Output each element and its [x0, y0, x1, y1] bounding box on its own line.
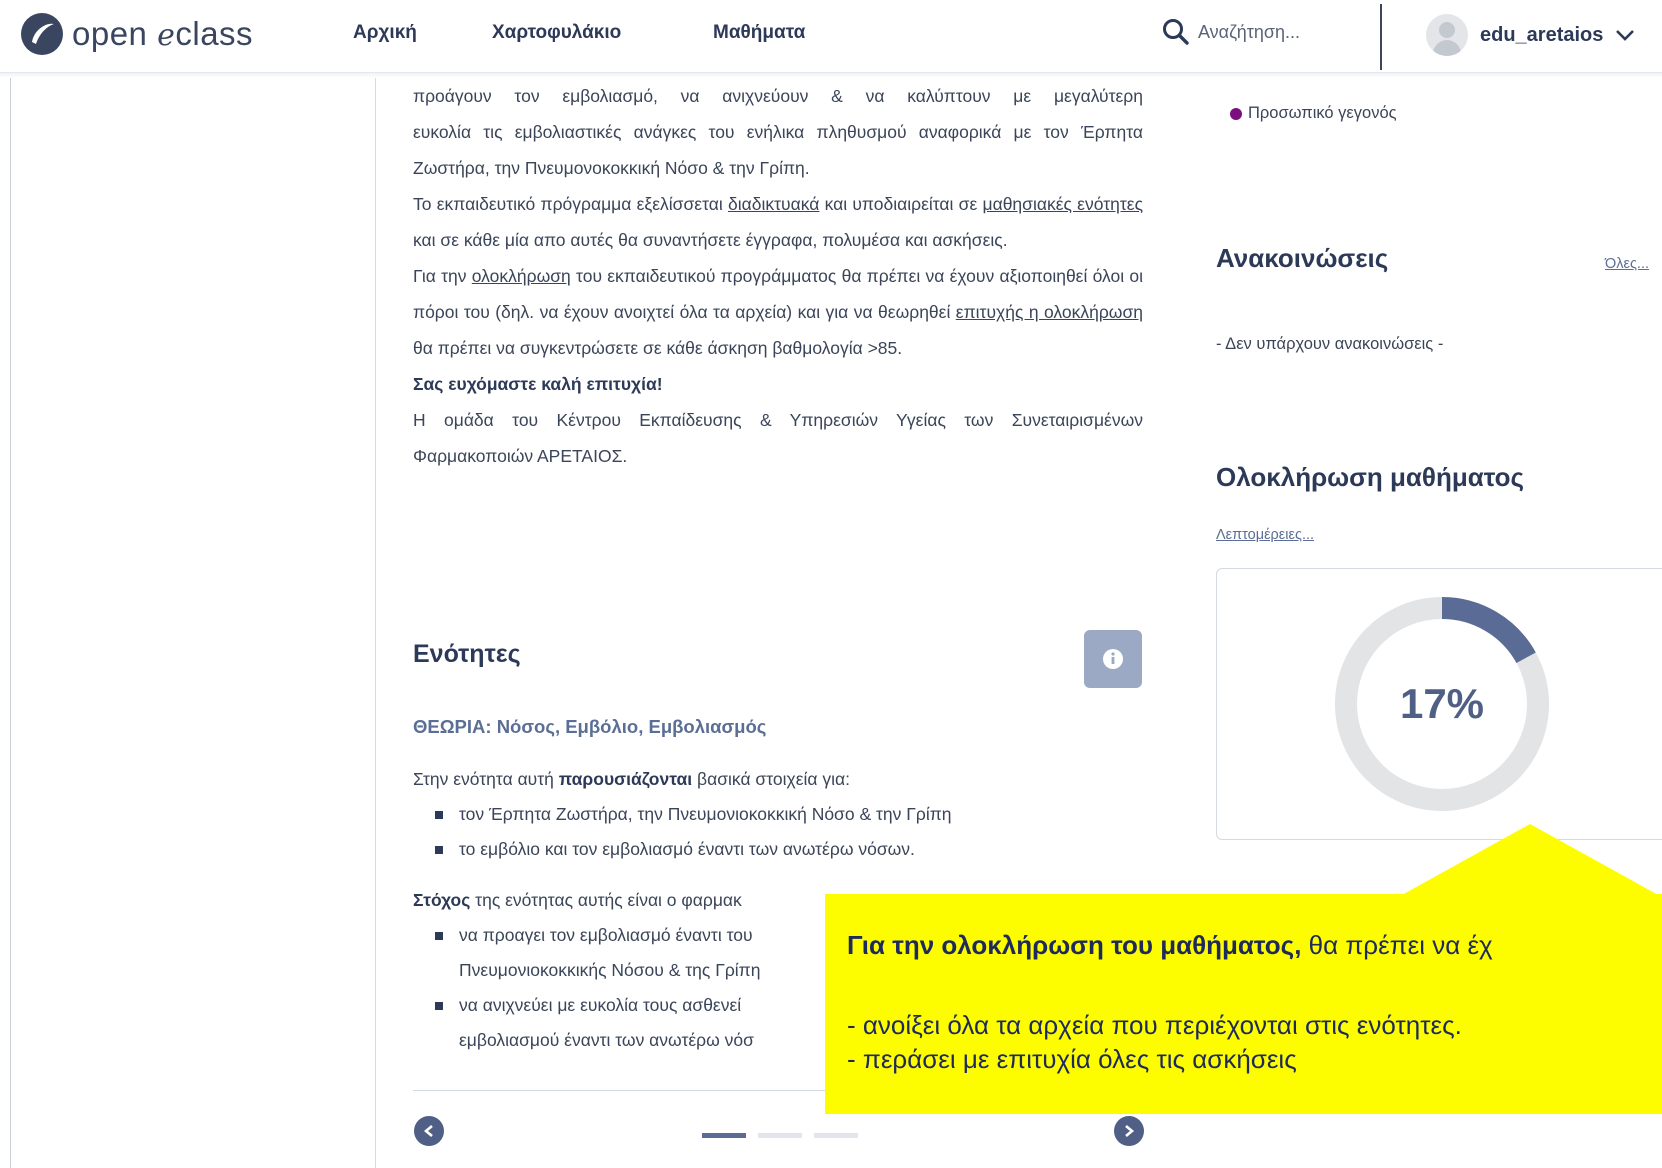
user-menu[interactable]: edu_aretaios — [1426, 14, 1635, 56]
link-completion[interactable]: ολοκλήρωση — [472, 266, 571, 286]
top-navbar: open eclass Αρχική Χαρτοφυλάκιο Μαθήματα… — [0, 0, 1662, 73]
progress-card: 17% — [1216, 568, 1662, 840]
pagination-dot[interactable] — [702, 1133, 746, 1138]
completion-callout: Για την ολοκλήρωση του μαθήματος, θα πρέ… — [825, 894, 1662, 1114]
unit-intro: Στην ενότητα αυτή παρουσιάζονται βασικά … — [413, 769, 850, 789]
no-announcements-text: - Δεν υπάρχουν ανακοινώσεις - — [1216, 335, 1444, 353]
course-description: προάγουν τον εμβολιασμό, να ανιχνεύουν &… — [413, 78, 1143, 474]
pagination-dot[interactable] — [758, 1133, 802, 1138]
username[interactable]: edu_aretaios — [1480, 24, 1603, 47]
units-pagination — [702, 1133, 858, 1138]
progress-percentage: 17% — [1400, 680, 1484, 727]
callout-line-1: Για την ολοκλήρωση του μαθήματος, θα πρέ… — [847, 930, 1493, 960]
good-luck-text: Σας ευχόμαστε καλή επιτυχία! — [413, 374, 663, 394]
list-item: τον Έρπητα Ζωστήρα, την Πνευμονιοκοκκική… — [413, 797, 1093, 832]
description-paragraph-1: ευκολία τις εμβολιαστικές ανάγκες του εν… — [413, 122, 1143, 178]
link-learning-units[interactable]: μαθησιακές ενότητες — [983, 194, 1144, 214]
description-paragraph-3: Για την ολοκλήρωση του εκπαιδευτικού προ… — [413, 266, 1143, 358]
course-completion-title: Ολοκλήρωση μαθήματος — [1216, 462, 1525, 492]
personal-event-dot — [1230, 107, 1242, 120]
description-line: προάγουν τον εμβολιασμό, να ανιχνεύουν &… — [413, 86, 1143, 106]
search-input[interactable]: Αναζήτηση... — [1198, 22, 1300, 43]
progress-arc — [1441, 597, 1536, 664]
chevron-left-icon — [423, 1125, 433, 1137]
list-item: το εμβόλιο και τον εμβολιασμό έναντι των… — [413, 832, 1093, 867]
nav-portfolio[interactable]: Χαρτοφυλάκιο — [492, 22, 621, 44]
progress-ring: 17% — [1335, 597, 1549, 811]
pagination-dot[interactable] — [814, 1133, 858, 1138]
nav-home[interactable]: Αρχική — [353, 22, 417, 44]
nav-courses[interactable]: Μαθήματα — [713, 22, 805, 44]
completion-details-link[interactable]: Λεπτομέρειες... — [1216, 527, 1314, 543]
column-divider — [375, 72, 376, 1168]
logo-text: open eclass — [72, 15, 254, 53]
navbar-divider — [1380, 4, 1382, 70]
search-box[interactable]: Αναζήτηση... — [1162, 18, 1300, 46]
announcements-title: Ανακοινώσεις — [1216, 243, 1389, 273]
link-successful-completion[interactable]: επιτυχής η ολοκλήρωση — [956, 302, 1143, 322]
avatar — [1426, 14, 1468, 56]
callout-line-2: - ανοίξει όλα τα αρχεία που περιέχονται … — [847, 1010, 1462, 1040]
unit-title[interactable]: ΘΕΩΡΙΑ: Νόσος, Εμβόλιο, Εμβολιασμός — [413, 716, 766, 738]
info-button[interactable] — [1084, 630, 1142, 688]
info-icon — [1103, 649, 1123, 669]
unit-topics-list: τον Έρπητα Ζωστήρα, την Πνευμονιοκοκκική… — [413, 797, 1093, 867]
left-border — [10, 72, 11, 1168]
openeclass-logo[interactable]: open eclass — [20, 12, 253, 56]
chevron-right-icon — [1125, 1125, 1135, 1137]
callout-arrow — [1400, 824, 1660, 896]
previous-unit-button[interactable] — [414, 1116, 444, 1146]
description-paragraph-2: Το εκπαιδευτικό πρόγραμμα εξελίσσεται δι… — [413, 194, 1144, 250]
signature-text: Η ομάδα του Κέντρου Εκπαίδευσης & Υπηρεσ… — [413, 410, 1143, 466]
calendar-legend-personal: Προσωπικό γεγονός — [1230, 104, 1397, 123]
next-unit-button[interactable] — [1114, 1116, 1144, 1146]
all-announcements-link[interactable]: Όλες... — [1605, 256, 1649, 272]
callout-line-3: - περάσει με επιτυχία όλες τις ασκήσεις — [847, 1044, 1297, 1074]
legend-label: Προσωπικό γεγονός — [1248, 104, 1397, 122]
units-title: Ενότητες — [413, 640, 521, 668]
page: open eclass Αρχική Χαρτοφυλάκιο Μαθήματα… — [0, 0, 1662, 1168]
search-icon[interactable] — [1162, 18, 1190, 46]
logo-icon — [21, 13, 63, 55]
chevron-down-icon[interactable] — [1615, 28, 1635, 42]
link-online[interactable]: διαδικτυακά — [728, 194, 819, 214]
